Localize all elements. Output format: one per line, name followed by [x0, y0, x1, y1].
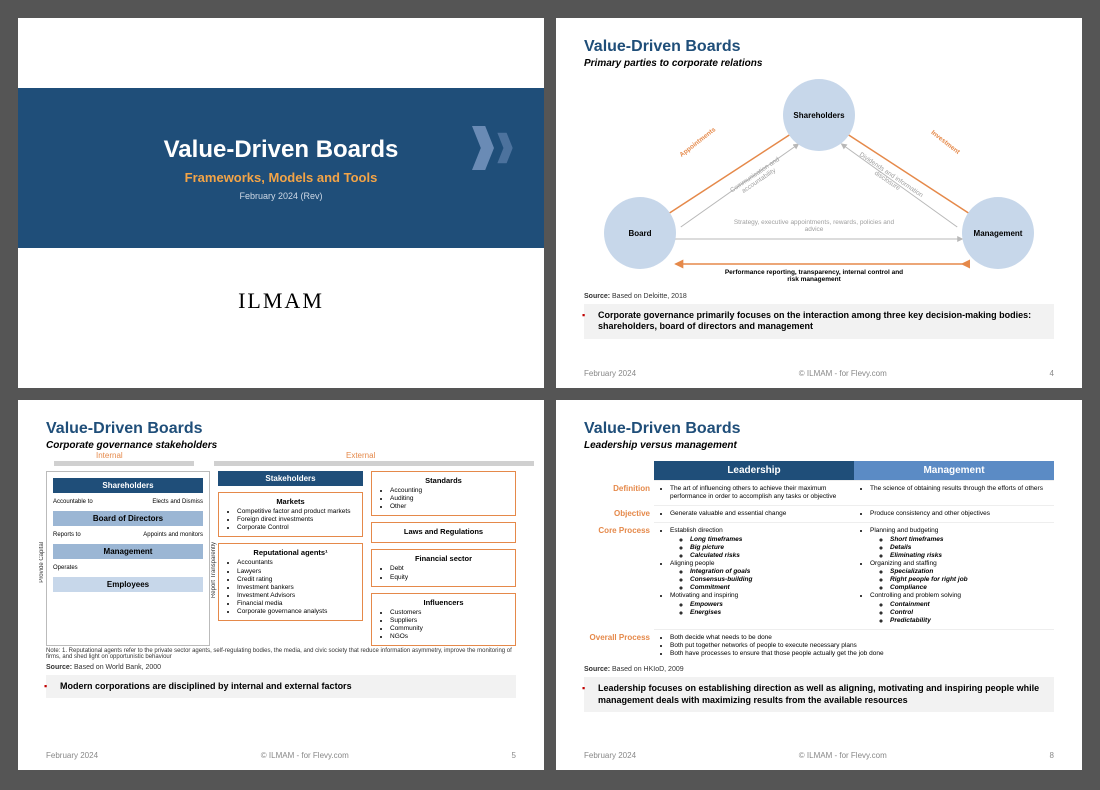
section-subtitle: Primary parties to corporate relations	[584, 58, 1054, 69]
core-leadership: Establish directionLong timeframesBig pi…	[660, 527, 848, 616]
side-report: Report Transparently	[211, 542, 217, 598]
slide-grid: Value-Driven Boards Frameworks, Models a…	[0, 0, 1100, 788]
stakeholder-diagram: Internal External Provide Capital Report…	[46, 463, 516, 646]
page-number: 4	[1050, 369, 1054, 378]
brand-logo: ILMAM	[18, 288, 544, 314]
label-internal: Internal	[96, 451, 123, 460]
key-takeaway: Leadership focuses on establishing direc…	[584, 677, 1054, 712]
rep-head: Reputational agents¹	[225, 548, 356, 557]
label-external: External	[346, 451, 375, 460]
lbl-elects: Elects and Dismiss	[152, 499, 203, 505]
footer-date: February 2024	[584, 369, 636, 378]
inf-head: Influencers	[378, 598, 509, 607]
section-subtitle: Corporate governance stakeholders	[46, 440, 516, 451]
key-takeaway: Modern corporations are disciplined by i…	[46, 675, 516, 698]
bar-internal	[54, 461, 194, 466]
bar-external	[214, 461, 534, 466]
row-core: Core Process	[584, 522, 654, 629]
obj-management: Produce consistency and other objectives	[870, 510, 1048, 518]
obj-leadership: Generate valuable and essential change	[670, 510, 848, 518]
lbl-appoints: Appoints and monitors	[143, 532, 203, 538]
slide-title: Value-Driven Boards Frameworks, Models a…	[18, 18, 544, 388]
lbl-reports: Reports to	[53, 532, 81, 538]
deck-subtitle: Frameworks, Models and Tools	[185, 170, 378, 185]
footer-copy: © ILMAM - for Flevy.com	[636, 369, 1050, 378]
standards-head: Standards	[378, 476, 509, 485]
core-management: Planning and budgetingShort timeframesDe…	[860, 527, 1048, 625]
title-band: Value-Driven Boards Frameworks, Models a…	[18, 88, 544, 248]
box-employees: Employees	[53, 577, 203, 592]
col-management: Management	[854, 461, 1054, 480]
rep-list: AccountantsLawyersCredit ratingInvestmen…	[225, 559, 356, 616]
deck-date: February 2024 (Rev)	[239, 191, 322, 201]
source-text: Based on HKIoD, 2009	[612, 666, 684, 673]
box-standards: Standards AccountingAuditingOther	[371, 471, 516, 516]
node-shareholders: Shareholders	[783, 79, 855, 151]
box-management: Management	[53, 544, 203, 559]
box-board: Board of Directors	[53, 511, 203, 526]
def-management: The science of obtaining results through…	[870, 485, 1048, 493]
footer-copy: © ILMAM - for Flevy.com	[98, 751, 512, 760]
slide-footer: February 2024 © ILMAM - for Flevy.com 8	[556, 747, 1082, 770]
page-number: 8	[1050, 751, 1054, 760]
slide-footer: February 2024 © ILMAM - for Flevy.com 5	[18, 747, 544, 770]
node-board: Board	[604, 197, 676, 269]
deck-title: Value-Driven Boards	[164, 136, 399, 164]
box-financial: Financial sector DebtEquity	[371, 549, 516, 586]
box-shareholders: Shareholders	[53, 478, 203, 493]
box-laws: Laws and Regulations	[371, 522, 516, 543]
governance-diagram: Shareholders Board Management Appointmen…	[604, 79, 1034, 289]
footnote: Note: 1. Reputational agents refer to th…	[46, 648, 516, 660]
footer-date: February 2024	[584, 751, 636, 760]
side-provide-capital: Provide Capital	[39, 542, 45, 583]
lbl-accountable: Accountable to	[53, 499, 93, 505]
def-leadership: The art of influencing others to achieve…	[670, 485, 848, 501]
standards-list: AccountingAuditingOther	[378, 487, 509, 511]
section-title: Value-Driven Boards	[46, 420, 516, 438]
section-title: Value-Driven Boards	[584, 38, 1054, 56]
chevron-icon	[472, 126, 516, 170]
source-line: Source: Based on HKIoD, 2009	[584, 666, 1054, 673]
source-line: Source: Based on Deloitte, 2018	[584, 293, 1054, 300]
box-markets: Markets Competitive factor and product m…	[218, 492, 363, 537]
markets-list: Competitive factor and product marketsFo…	[225, 508, 356, 532]
box-influencers: Influencers CustomersSuppliersCommunityN…	[371, 593, 516, 647]
row-objective: Objective	[584, 505, 654, 522]
row-definition: Definition	[584, 480, 654, 505]
source-line: Source: Based on World Bank, 2000	[46, 664, 516, 671]
fin-list: DebtEquity	[378, 565, 509, 581]
footer-date: February 2024	[46, 751, 98, 760]
box-stakeholders: Stakeholders	[218, 471, 363, 486]
label-performance: Performance reporting, transparency, int…	[724, 269, 904, 283]
slide-leadership-vs-management: Value-Driven Boards Leadership versus ma…	[556, 400, 1082, 770]
comparison-table: Leadership Management Definition The art…	[584, 461, 1054, 662]
label-strategy: Strategy, executive appointments, reward…	[724, 219, 904, 233]
node-management: Management	[962, 197, 1034, 269]
internal-box: Provide Capital Report Transparently Sha…	[46, 471, 210, 646]
key-takeaway: Corporate governance primarily focuses o…	[584, 304, 1054, 339]
laws-head: Laws and Regulations	[378, 527, 509, 536]
inf-list: CustomersSuppliersCommunityNGOs	[378, 609, 509, 642]
row-overall: Overall Process	[584, 629, 654, 662]
section-title: Value-Driven Boards	[584, 420, 1054, 438]
fin-head: Financial sector	[378, 554, 509, 563]
section-subtitle: Leadership versus management	[584, 440, 1054, 451]
source-text: Based on Deloitte, 2018	[612, 293, 687, 300]
col-leadership: Leadership	[654, 461, 854, 480]
slide-footer: February 2024 © ILMAM - for Flevy.com 4	[556, 365, 1082, 388]
footer-copy: © ILMAM - for Flevy.com	[636, 751, 1050, 760]
page-number: 5	[512, 751, 516, 760]
slide-stakeholders: Value-Driven Boards Corporate governance…	[18, 400, 544, 770]
source-text: Based on World Bank, 2000	[74, 664, 161, 671]
overall-list: Both decide what needs to be doneBoth pu…	[660, 634, 1048, 658]
slide-parties: Value-Driven Boards Primary parties to c…	[556, 18, 1082, 388]
markets-head: Markets	[225, 497, 356, 506]
box-reputational: Reputational agents¹ AccountantsLawyersC…	[218, 543, 363, 621]
lbl-operates: Operates	[53, 565, 78, 571]
